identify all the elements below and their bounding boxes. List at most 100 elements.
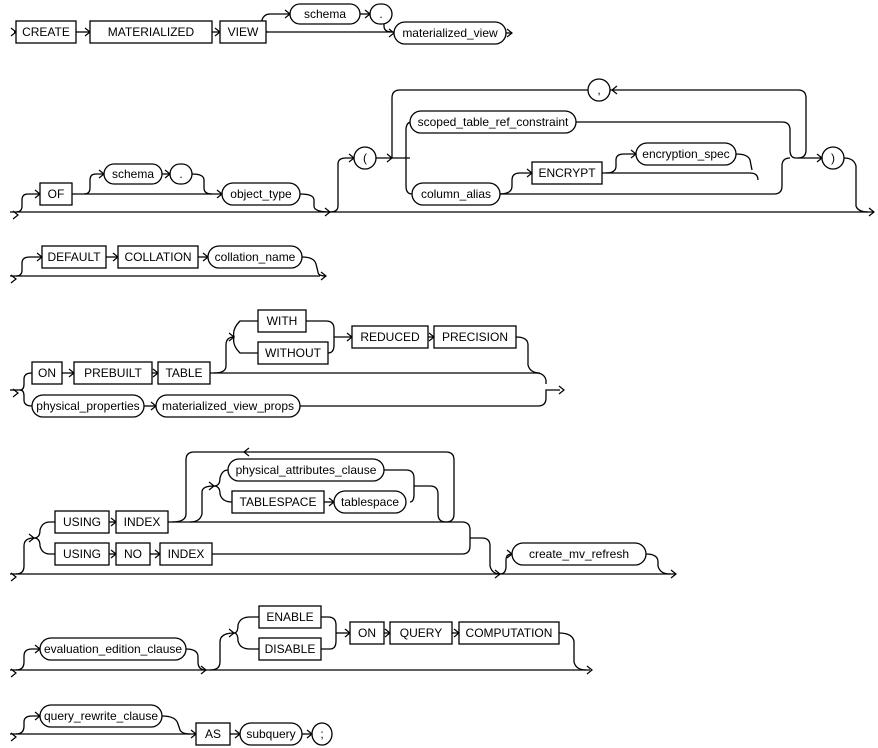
- node-label: AS: [205, 727, 221, 741]
- connector-line: [168, 521, 471, 555]
- node-scoped: scoped_table_ref_constraint: [409, 110, 577, 134]
- node-label: COMPUTATION: [466, 626, 553, 640]
- node-column-alias: column_alias: [411, 182, 501, 206]
- node-label: QUERY: [400, 626, 442, 640]
- node-disable: DISABLE: [258, 637, 322, 661]
- connector-line: [499, 553, 513, 575]
- connector-line: [232, 320, 258, 338]
- node-label: NO: [124, 547, 142, 561]
- connector-line: [405, 158, 413, 195]
- node-label: TABLESPACE: [240, 495, 317, 509]
- node-label: INDEX: [168, 547, 205, 561]
- node-mv: materialized_view: [393, 21, 507, 45]
- connector-line: [321, 616, 337, 650]
- node-label: column_alias: [421, 187, 491, 201]
- node-label: ON: [38, 366, 56, 380]
- node-using1: USING: [54, 510, 110, 534]
- connector-line: [735, 153, 753, 171]
- node-mv-props: materialized_view_props: [155, 394, 301, 418]
- connector-line: [33, 521, 55, 539]
- node-label: .: [179, 167, 182, 181]
- node-semicolon: ;: [311, 722, 333, 746]
- node-label: create_mv_refresh: [529, 547, 629, 561]
- node-dot1: .: [369, 3, 393, 25]
- connector-line: [210, 372, 547, 384]
- node-materialized: MATERIALIZED: [89, 20, 213, 44]
- node-label: physical_attributes_clause: [236, 463, 377, 477]
- node-lparen: (: [353, 146, 377, 170]
- node-label: materialized_view_props: [162, 399, 294, 413]
- node-label: (: [363, 151, 367, 165]
- node-label: USING: [63, 547, 101, 561]
- connector-line: [209, 632, 235, 671]
- node-on2: ON: [349, 621, 385, 645]
- node-enable: ENABLE: [258, 605, 322, 629]
- node-query: QUERY: [389, 621, 453, 645]
- node-label: TABLE: [165, 366, 202, 380]
- node-label: object_type: [230, 187, 292, 201]
- node-label: DEFAULT: [47, 250, 101, 264]
- node-query-rewrite: query_rewrite_clause: [39, 704, 163, 728]
- connector-line: [213, 485, 233, 503]
- node-schema1: schema: [289, 3, 361, 25]
- connector-line: [213, 336, 235, 374]
- node-label: physical_properties: [36, 399, 139, 413]
- connector-line: [19, 389, 33, 407]
- node-phys-attr: physical_attributes_clause: [227, 458, 385, 482]
- node-of: OF: [39, 182, 73, 206]
- node-default: DEFAULT: [41, 245, 107, 269]
- node-create: CREATE: [15, 20, 77, 44]
- node-physical-properties: physical_properties: [31, 394, 145, 418]
- connector-line: [470, 537, 501, 575]
- node-label: PRECISION: [442, 330, 508, 344]
- node-no: NO: [115, 542, 151, 566]
- node-label: ENCRYPT: [538, 166, 596, 180]
- node-collation-name: collation_name: [207, 245, 303, 269]
- node-label: ENABLE: [266, 610, 313, 624]
- node-using2: USING: [54, 542, 110, 566]
- node-tablespace: tablespace: [333, 490, 407, 514]
- connector-line: [414, 485, 447, 523]
- node-encrypt: ENCRYPT: [531, 161, 603, 185]
- arrow-right-icon: [10, 27, 17, 37]
- connector-line: [329, 157, 354, 213]
- connector-line: [515, 336, 541, 374]
- connector-line: [843, 157, 874, 213]
- diagram-nodes: CREATE MATERIALIZED VIEW schema . materialize…: [15, 3, 845, 746]
- node-tablespace-kw: TABLESPACE: [231, 490, 325, 514]
- connector-line: [300, 389, 560, 407]
- node-index2: INDEX: [159, 542, 213, 566]
- node-rparen: ): [821, 146, 845, 170]
- connector-line: [33, 537, 55, 555]
- node-label: ;: [320, 727, 323, 741]
- node-eval-edition: evaluation_edition_clause: [39, 637, 187, 661]
- node-collation: COLLATION: [117, 245, 199, 269]
- node-label: scoped_table_ref_constraint: [418, 115, 569, 129]
- node-subquery: subquery: [239, 722, 303, 746]
- node-computation: COMPUTATION: [458, 621, 560, 645]
- connector-line: [645, 553, 671, 575]
- node-label: USING: [63, 515, 101, 529]
- node-label: INDEX: [124, 515, 161, 529]
- node-comma: ,: [587, 78, 611, 102]
- connector-line: [558, 632, 587, 671]
- node-label: .: [379, 7, 382, 21]
- node-label: REDUCED: [360, 330, 420, 344]
- connector-line: [232, 336, 258, 354]
- connector-line: [233, 616, 259, 634]
- node-label: PREBUILT: [84, 366, 142, 380]
- connector-line: [191, 173, 213, 195]
- node-precision: PRECISION: [433, 325, 517, 349]
- node-label: materialized_view: [402, 26, 498, 40]
- connector-line: [19, 372, 33, 391]
- node-without: WITHOUT: [257, 341, 329, 365]
- node-label: encryption_spec: [642, 147, 729, 161]
- node-label: VIEW: [228, 25, 259, 39]
- node-index1: INDEX: [115, 510, 169, 534]
- node-on1: ON: [31, 361, 63, 385]
- arrow-right-icon: [388, 28, 395, 38]
- node-label: collation_name: [215, 250, 296, 264]
- node-label: evaluation_edition_clause: [44, 642, 182, 656]
- node-label: schema: [304, 7, 346, 21]
- connector-line: [299, 193, 331, 213]
